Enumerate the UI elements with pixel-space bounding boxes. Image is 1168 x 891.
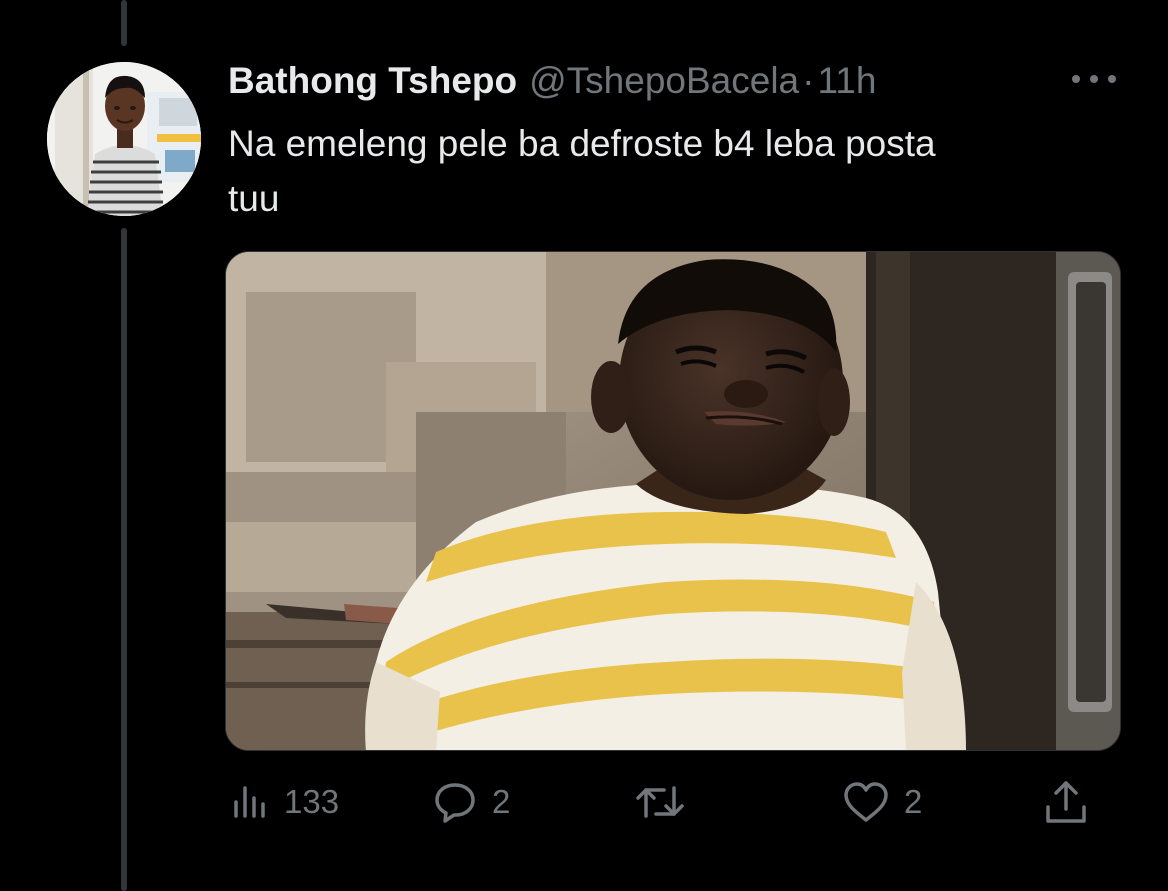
thread-line-top — [121, 0, 127, 46]
heart-icon — [844, 782, 888, 822]
share-button[interactable] — [1044, 770, 1088, 834]
reply-button[interactable]: 2 — [432, 770, 510, 834]
bar-chart-icon — [234, 786, 265, 818]
display-name[interactable]: Bathong Tshepo — [228, 58, 517, 104]
separator-dot: · — [802, 60, 815, 101]
more-dot — [1072, 75, 1080, 83]
views-button[interactable]: 133 — [230, 770, 339, 834]
tweet-header: Bathong Tshepo @TshepoBacela · 11h — [228, 58, 876, 104]
tweet-text: Na emeleng pele ba defroste b4 leba post… — [228, 123, 936, 219]
tweet-media-image[interactable] — [225, 251, 1121, 751]
tweet-timestamp[interactable]: 11h — [817, 58, 876, 104]
views-count: 133 — [284, 783, 340, 820]
meme-image — [226, 252, 1120, 750]
speech-bubble-icon — [435, 783, 475, 823]
retweet-button[interactable] — [634, 770, 700, 834]
upload-share-icon — [1046, 781, 1086, 823]
more-dot — [1108, 75, 1116, 83]
tweet-actions-bar: 133 2 2 — [0, 770, 1168, 834]
avatar[interactable] — [47, 62, 201, 216]
avatar-photo — [47, 62, 201, 216]
retweet-arrows-icon — [636, 786, 684, 818]
more-options-icon[interactable] — [1072, 72, 1116, 86]
user-handle[interactable]: @TshepoBacela — [529, 58, 799, 104]
likes-count: 2 — [904, 783, 923, 820]
replies-count: 2 — [492, 783, 511, 820]
like-button[interactable]: 2 — [842, 770, 922, 834]
more-dot — [1090, 75, 1098, 83]
